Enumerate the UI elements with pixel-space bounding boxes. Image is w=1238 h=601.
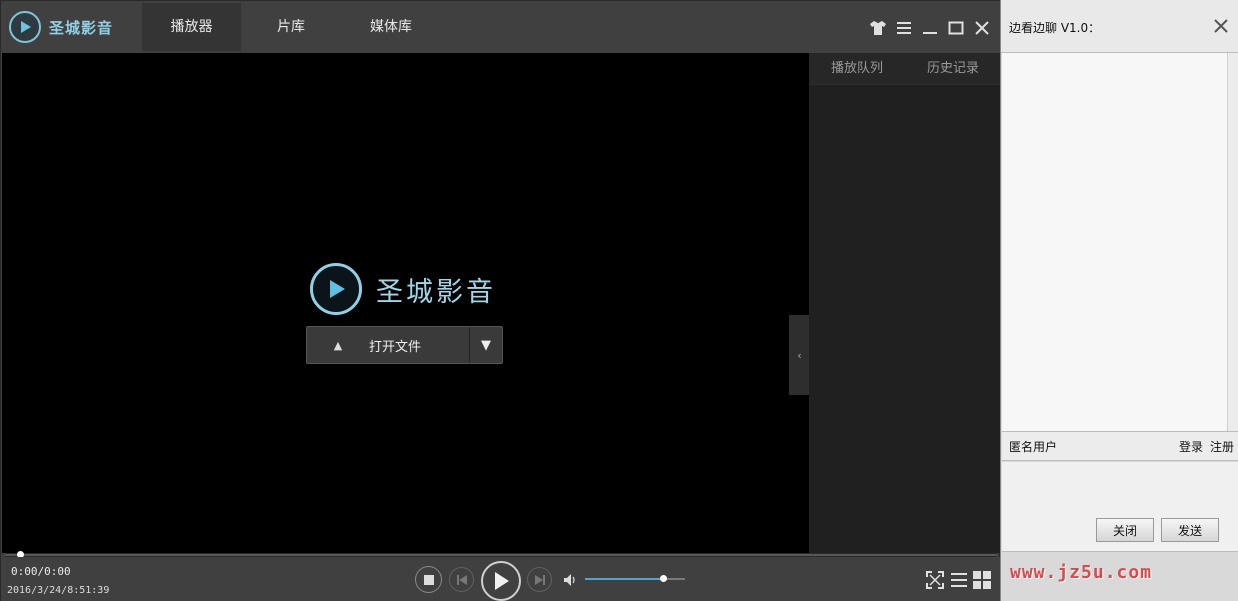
open-file-label: 打开文件 [369, 339, 422, 355]
splash-logo: 圣城影音 [310, 263, 496, 315]
chat-close-icon[interactable] [1213, 18, 1231, 36]
user-bar: 匿名用户 登录 注册 [1002, 431, 1238, 461]
play-button[interactable] [481, 561, 521, 601]
title-bar[interactable]: 圣城影音 播放器 片库 媒体库 [1, 1, 1001, 53]
previous-icon [456, 574, 467, 585]
close-icon[interactable] [971, 17, 993, 39]
next-icon [534, 574, 545, 585]
chat-title: 边看边聊 V1.0： [1009, 21, 1101, 35]
volume-knob[interactable] [660, 575, 667, 582]
chat-close-button[interactable]: 关闭 [1096, 518, 1154, 542]
app-root: 圣城影音 播放器 片库 媒体库 圣城影音 ▲ 打开文件 ▼ ‹ 播放队列 历史记… [0, 0, 1238, 601]
chevron-left-icon: ‹ [797, 348, 802, 362]
previous-button[interactable] [449, 567, 474, 592]
watermark: www.jz5u.com [1010, 562, 1153, 583]
splash-brand-name: 圣城影音 [376, 276, 496, 308]
playlist-icon[interactable] [949, 570, 969, 590]
player-window: 圣城影音 播放器 片库 媒体库 圣城影音 ▲ 打开文件 ▼ ‹ 播放队列 历史记… [0, 0, 1001, 601]
tab-library[interactable]: 片库 [241, 3, 341, 51]
logo-play-icon [9, 11, 41, 43]
eject-icon: ▲ [333, 338, 343, 352]
playlist-panel: 播放队列 历史记录 [809, 53, 1001, 553]
volume-icon[interactable] [563, 572, 577, 591]
video-area[interactable]: 圣城影音 ▲ 打开文件 ▼ ‹ [2, 53, 810, 553]
fullscreen-icon[interactable] [925, 570, 945, 590]
chat-header: 边看边聊 V1.0： [1001, 0, 1238, 53]
tab-play-queue[interactable]: 播放队列 [809, 53, 905, 84]
register-link[interactable]: 注册 [1210, 438, 1234, 455]
collapse-panel-handle[interactable]: ‹ [789, 315, 810, 395]
login-link[interactable]: 登录 [1179, 438, 1203, 455]
stop-button[interactable] [415, 566, 442, 593]
skin-icon[interactable] [867, 17, 889, 39]
app-brand-name: 圣城影音 [49, 18, 114, 37]
open-file-dropdown-icon[interactable]: ▼ [469, 327, 502, 363]
chat-panel: 边看边聊 V1.0： 匿名用户 登录 注册 [1000, 0, 1238, 601]
playback-time: 0:00/0:00 [11, 565, 71, 578]
volume-slider[interactable] [585, 575, 685, 582]
grid-view-icon[interactable] [972, 570, 992, 590]
minimize-icon[interactable] [919, 17, 941, 39]
tab-history[interactable]: 历史记录 [905, 53, 1001, 84]
tab-player[interactable]: 播放器 [142, 3, 241, 51]
tab-media-library[interactable]: 媒体库 [341, 3, 441, 51]
next-button[interactable] [527, 567, 552, 592]
app-logo: 圣城影音 [9, 11, 113, 43]
maximize-icon[interactable] [945, 17, 967, 39]
system-clock: 2016/3/24/8:51:39 [7, 585, 110, 596]
open-file-button[interactable]: ▲ 打开文件 ▼ [306, 326, 503, 364]
chat-scrollbar[interactable] [1227, 53, 1238, 431]
chat-messages[interactable] [1002, 53, 1227, 431]
stop-icon [423, 574, 434, 585]
splash-play-icon [310, 263, 362, 315]
seek-track [5, 554, 997, 556]
menu-icon[interactable] [893, 17, 915, 39]
playlist-tabs: 播放队列 历史记录 [809, 53, 1001, 85]
volume-fill [585, 578, 663, 580]
chat-send-button[interactable]: 发送 [1161, 518, 1219, 542]
play-icon [495, 572, 509, 590]
control-bar: 0:00/0:00 2016/3/24/8:51:39 [1, 557, 1001, 601]
user-name: 匿名用户 [1009, 440, 1058, 454]
